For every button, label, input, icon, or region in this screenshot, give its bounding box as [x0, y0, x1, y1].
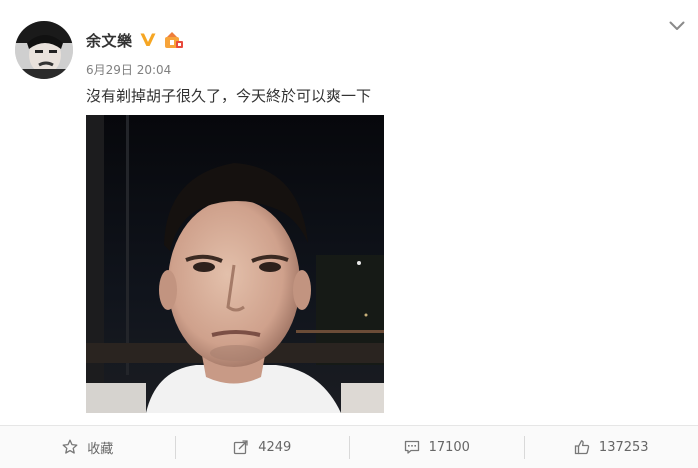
avatar-image	[15, 21, 73, 79]
member-badge-icon[interactable]	[164, 31, 184, 49]
selfie-image	[86, 115, 384, 413]
verified-v-icon[interactable]	[140, 32, 157, 49]
post-timestamp[interactable]: 6月29日 20:04	[86, 61, 171, 78]
comment-button[interactable]: 17100	[349, 426, 524, 468]
post-text: 沒有剃掉胡子很久了，今天終於可以爽一下	[86, 87, 372, 105]
author-row: 余文樂	[86, 27, 184, 53]
comment-count: 17100	[428, 439, 470, 455]
star-icon	[61, 438, 79, 456]
chevron-down-icon[interactable]	[668, 19, 686, 33]
repost-button[interactable]: 4249	[174, 426, 350, 468]
favorite-button[interactable]: 收藏	[0, 426, 175, 468]
comment-icon	[403, 438, 421, 456]
thumbs-up-icon	[573, 438, 591, 456]
like-count: 137253	[598, 439, 649, 455]
action-bar: 收藏 4249 17100 137253	[0, 425, 698, 468]
repost-count: 4249	[258, 439, 292, 455]
author-name[interactable]: 余文樂	[86, 30, 133, 51]
avatar[interactable]	[15, 21, 73, 79]
weibo-post-card: 余文樂 6月29日 20:04 沒有剃掉胡子很久了，今天終於可以爽一下 收藏 4…	[0, 0, 698, 468]
share-icon	[232, 438, 250, 456]
post-photo[interactable]	[86, 115, 384, 413]
like-button[interactable]: 137253	[523, 426, 698, 468]
favorite-label: 收藏	[87, 441, 114, 457]
